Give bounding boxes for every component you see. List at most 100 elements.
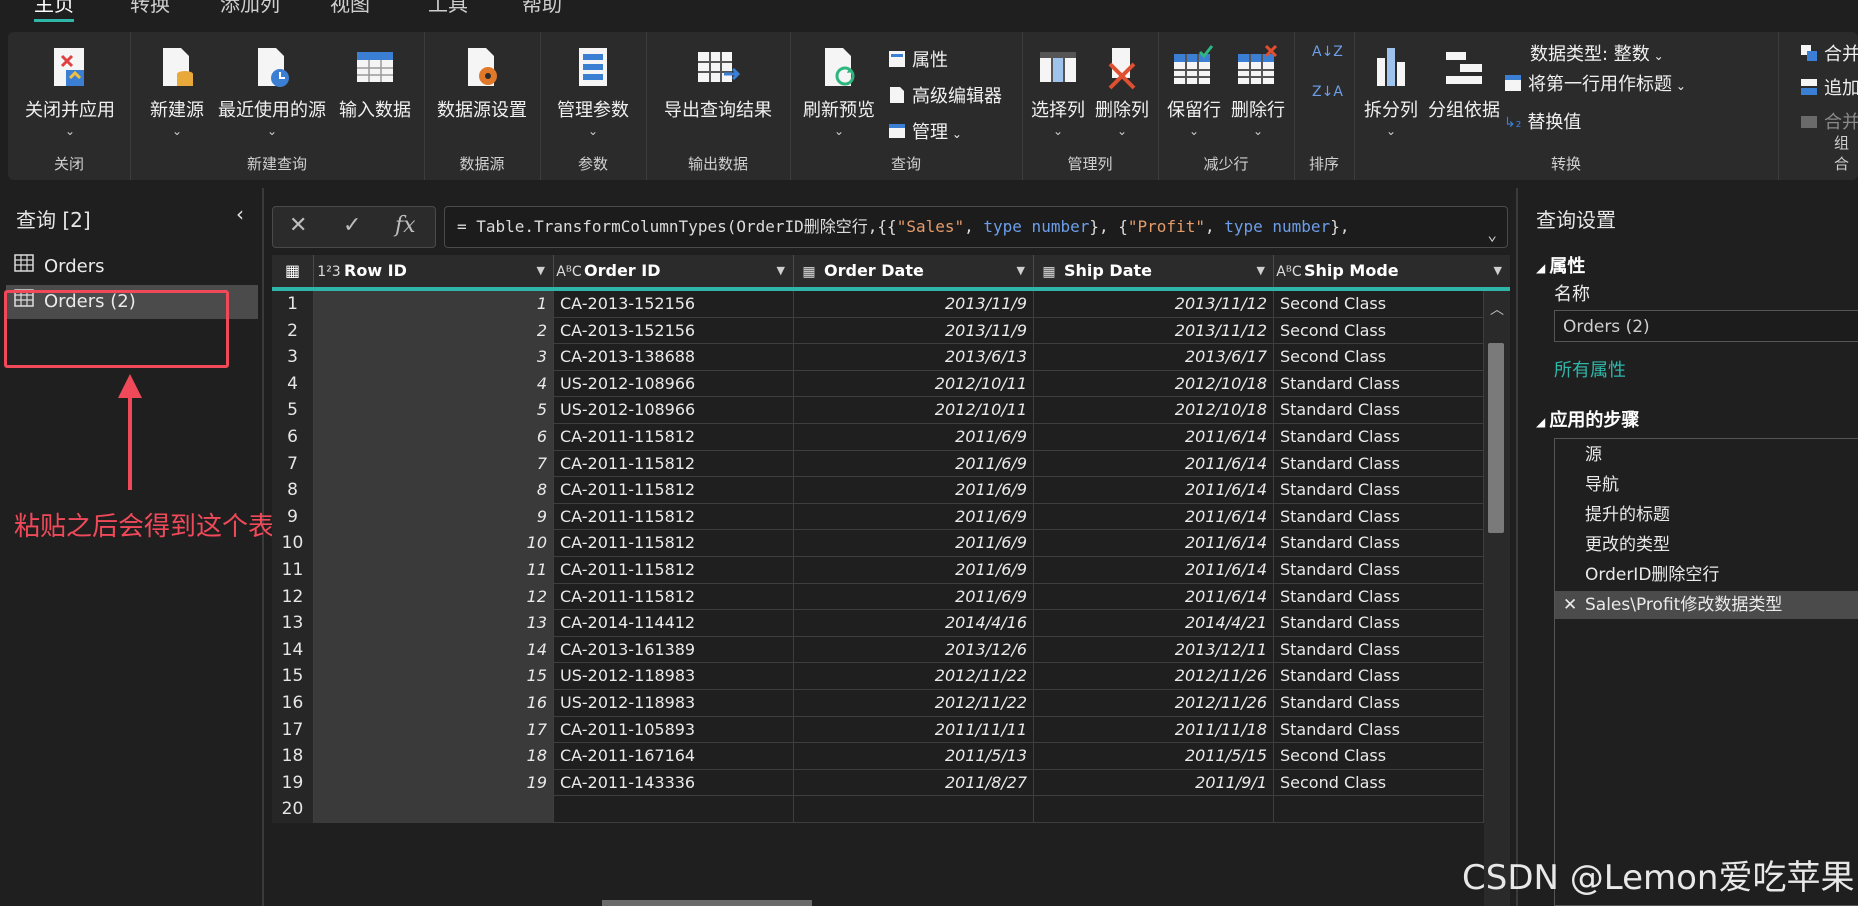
row-number[interactable]: 3 xyxy=(272,344,314,371)
cell-order-id[interactable]: CA-2013-138688 xyxy=(554,344,794,371)
cell-ship-date[interactable]: 2013/6/17 xyxy=(1034,344,1274,371)
commit-check-icon[interactable]: ✓ xyxy=(343,213,361,238)
cell-order-id[interactable]: US-2012-118983 xyxy=(554,663,794,690)
applied-step-source[interactable]: 源✱ xyxy=(1555,441,1858,469)
formula-input[interactable]: = Table.TransformColumnTypes(OrderID删除空行… xyxy=(444,206,1508,248)
combine-files-button[interactable]: 合并 xyxy=(1800,108,1858,135)
cell-ship-date[interactable]: 2011/6/14 xyxy=(1034,557,1274,584)
cell-order-id[interactable]: US-2012-118983 xyxy=(554,690,794,717)
column-header-order-id[interactable]: AᴮC Order ID ▼ xyxy=(554,255,794,287)
first-row-header-button[interactable]: 将第一行用作标题 ⌄ xyxy=(1504,70,1686,97)
cell-ship-date[interactable] xyxy=(1034,796,1274,823)
cell-order-id[interactable]: US-2012-108966 xyxy=(554,397,794,424)
choose-columns-button[interactable]: 选择列 ⌄ xyxy=(1026,44,1090,138)
row-number[interactable]: 8 xyxy=(272,477,314,504)
applied-steps-heading[interactable]: ◢ 应用的步骤 xyxy=(1536,406,1639,432)
cell-order-date[interactable]: 2011/6/9 xyxy=(794,503,1034,531)
cell-ship-date[interactable]: 2014/4/21 xyxy=(1034,610,1274,637)
cell-row-id[interactable]: 12 xyxy=(314,583,554,611)
cell-ship-mode[interactable]: Standard Class xyxy=(1274,397,1484,424)
row-number[interactable]: 20 xyxy=(272,796,314,823)
cell-row-id[interactable]: 5 xyxy=(314,397,554,424)
cell-order-id[interactable]: CA-2013-152156 xyxy=(554,291,794,318)
cell-ship-mode[interactable]: Second Class xyxy=(1274,344,1484,371)
cell-ship-mode[interactable]: Standard Class xyxy=(1274,450,1484,478)
cell-ship-date[interactable]: 2011/6/14 xyxy=(1034,450,1274,478)
row-number[interactable]: 4 xyxy=(272,370,314,398)
cell-order-id[interactable]: CA-2011-105893 xyxy=(554,716,794,744)
cell-row-id[interactable]: 3 xyxy=(314,344,554,371)
collapse-chevron-left-icon[interactable]: ‹ xyxy=(236,202,244,226)
cell-order-id[interactable] xyxy=(554,796,794,823)
filter-dropdown-icon[interactable]: ▼ xyxy=(537,255,545,287)
tab-view[interactable]: 视图 xyxy=(330,0,370,17)
row-number[interactable]: 18 xyxy=(272,743,314,770)
row-number[interactable]: 2 xyxy=(272,317,314,345)
cell-ship-mode[interactable]: Standard Class xyxy=(1274,477,1484,504)
row-number[interactable]: 11 xyxy=(272,557,314,584)
row-number[interactable]: 1 xyxy=(272,291,314,318)
cell-order-date[interactable]: 2013/12/6 xyxy=(794,636,1034,664)
cell-ship-mode[interactable]: Second Class xyxy=(1274,317,1484,345)
cell-ship-date[interactable]: 2012/11/26 xyxy=(1034,690,1274,717)
horizontal-scrollbar-thumb[interactable] xyxy=(602,900,812,906)
cell-ship-mode[interactable]: Second Class xyxy=(1274,743,1484,770)
cell-order-date[interactable] xyxy=(794,796,1034,823)
cell-order-date[interactable]: 2011/11/11 xyxy=(794,716,1034,744)
row-number[interactable]: 14 xyxy=(272,636,314,664)
cell-row-id[interactable]: 7 xyxy=(314,450,554,478)
split-column-button[interactable]: 拆分列 ⌄ xyxy=(1360,44,1422,138)
cell-order-id[interactable]: CA-2011-115812 xyxy=(554,424,794,451)
manage-button[interactable]: 管理 ⌄ xyxy=(888,118,962,145)
row-number[interactable]: 7 xyxy=(272,450,314,478)
cell-row-id[interactable]: 11 xyxy=(314,557,554,584)
column-header-row-id[interactable]: 1²3 Row ID ▼ xyxy=(314,255,554,287)
applied-step-navigation[interactable]: 导航✱ xyxy=(1555,471,1858,499)
cell-row-id[interactable]: 8 xyxy=(314,477,554,504)
cell-order-date[interactable]: 2011/6/9 xyxy=(794,477,1034,504)
vertical-scrollbar[interactable]: ︿ xyxy=(1484,291,1510,906)
advanced-editor-button[interactable]: 高级编辑器 xyxy=(888,82,1002,109)
properties-button[interactable]: 属性 xyxy=(888,46,948,73)
cell-ship-date[interactable]: 2011/9/1 xyxy=(1034,769,1274,797)
row-number[interactable]: 16 xyxy=(272,690,314,717)
remove-columns-button[interactable]: 删除列 ⌄ xyxy=(1090,44,1154,138)
row-number[interactable]: 17 xyxy=(272,716,314,744)
manage-params-button[interactable]: 管理参数 ⌄ xyxy=(548,44,638,138)
expand-chevron-down-icon[interactable]: ⌄ xyxy=(1487,215,1497,247)
row-number[interactable]: 9 xyxy=(272,503,314,531)
tab-home[interactable]: 主页 xyxy=(34,0,74,22)
column-header-order-date[interactable]: ▦ Order Date ▼ xyxy=(794,255,1034,287)
filter-dropdown-icon[interactable]: ▼ xyxy=(777,255,785,287)
filter-dropdown-icon[interactable]: ▼ xyxy=(1257,255,1265,287)
row-number[interactable]: 6 xyxy=(272,424,314,451)
cell-row-id[interactable]: 9 xyxy=(314,503,554,531)
cell-ship-mode[interactable] xyxy=(1274,796,1484,823)
cell-order-date[interactable]: 2013/11/9 xyxy=(794,317,1034,345)
cell-row-id[interactable]: 15 xyxy=(314,663,554,690)
applied-step-promoted-headers[interactable]: 提升的标题✱ xyxy=(1555,501,1858,529)
cell-ship-mode[interactable]: Standard Class xyxy=(1274,370,1484,398)
cell-row-id[interactable]: 6 xyxy=(314,424,554,451)
cell-ship-mode[interactable]: Standard Class xyxy=(1274,663,1484,690)
cell-order-id[interactable]: CA-2011-167164 xyxy=(554,743,794,770)
export-results-button[interactable]: 导出查询结果 xyxy=(654,44,782,122)
fx-icon[interactable]: fx xyxy=(395,213,416,238)
cell-ship-date[interactable]: 2011/11/18 xyxy=(1034,716,1274,744)
tab-tools[interactable]: 工具 xyxy=(428,0,468,17)
cell-row-id[interactable]: 14 xyxy=(314,636,554,664)
applied-step-remove-blank-rows[interactable]: OrderID删除空行✱ xyxy=(1555,561,1858,589)
cell-order-date[interactable]: 2011/6/9 xyxy=(794,450,1034,478)
cell-row-id[interactable]: 4 xyxy=(314,370,554,398)
cell-row-id[interactable]: 2 xyxy=(314,317,554,345)
column-header-ship-date[interactable]: ▦ Ship Date ▼ xyxy=(1034,255,1274,287)
keep-rows-button[interactable]: 保留行 ⌄ xyxy=(1162,44,1226,138)
cell-row-id[interactable]: 13 xyxy=(314,610,554,637)
cell-ship-mode[interactable]: Standard Class xyxy=(1274,530,1484,557)
tab-transform[interactable]: 转换 xyxy=(130,0,170,17)
cell-row-id[interactable] xyxy=(314,796,554,823)
append-queries-button[interactable]: 追加 xyxy=(1800,74,1858,101)
column-header-ship-mode[interactable]: AᴮC Ship Mode ▼ xyxy=(1274,255,1510,287)
cell-order-id[interactable]: CA-2011-115812 xyxy=(554,530,794,557)
row-number[interactable]: 13 xyxy=(272,610,314,637)
